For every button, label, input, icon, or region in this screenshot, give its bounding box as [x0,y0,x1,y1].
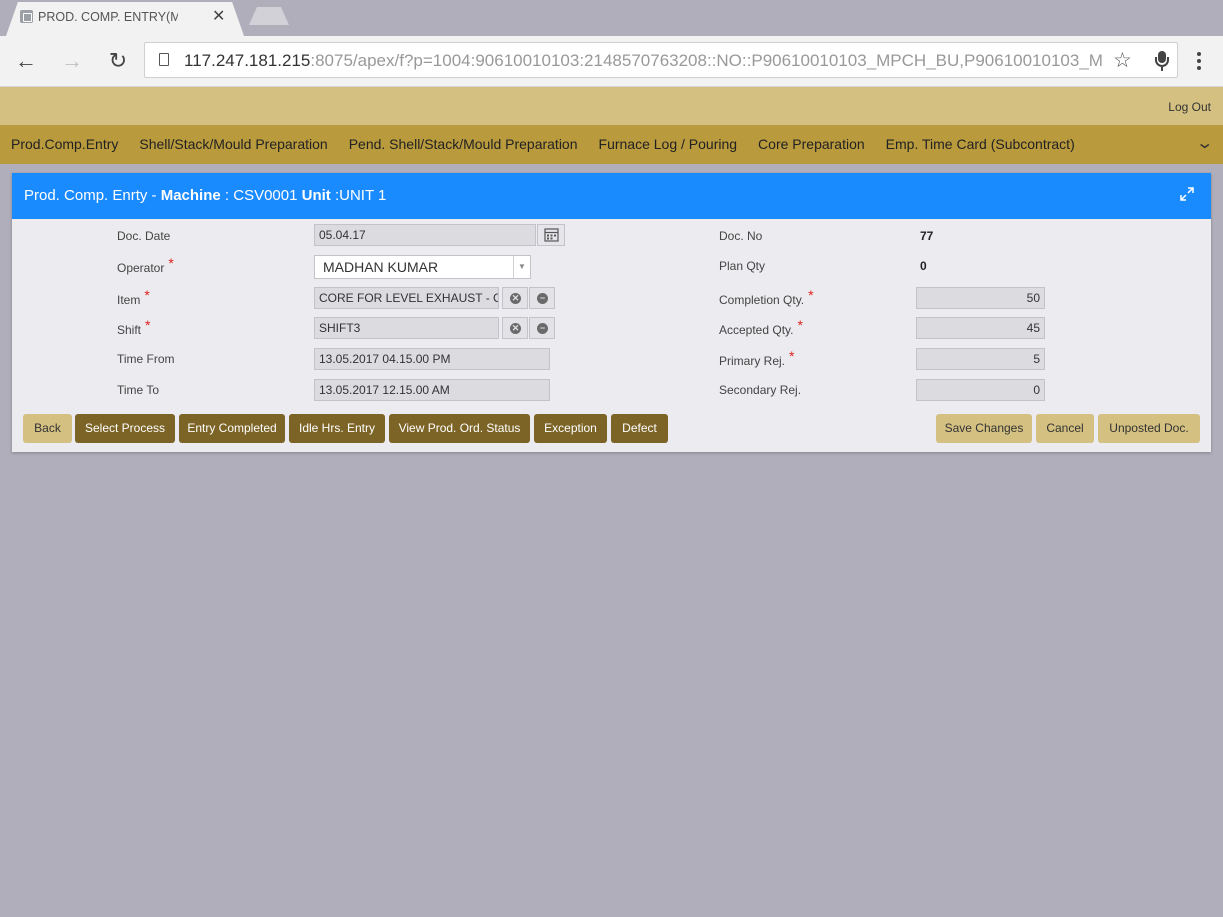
time-to-label: Time To [117,383,160,397]
operator-value: MADHAN KUMAR [323,259,439,275]
browser-tab-bar: PROD. COMP. ENTRY(MACH ✕ [0,0,1223,36]
expand-icon[interactable] [1179,186,1195,202]
prod-comp-entry-panel: Prod. Comp. Enrty - Machine : CSV0001 Un… [12,173,1211,452]
required-mark: * [808,287,814,303]
time-from-label: Time From [117,352,175,366]
plan-qty-label: Plan Qty [719,259,766,273]
defect-button[interactable]: Defect [611,414,668,443]
clear-shift-icon[interactable]: ✕ [502,317,528,339]
app-header: Log Out [0,87,1223,125]
doc-no-label: Doc. No [719,229,763,243]
entry-completed-button[interactable]: Entry Completed [179,414,285,443]
secondary-rej-field[interactable]: 0 [916,379,1045,401]
secondary-rej-label: Secondary Rej. [719,383,802,397]
required-mark: * [144,287,150,303]
required-mark: * [797,317,803,333]
required-mark: * [789,348,795,364]
close-tab-icon[interactable]: ✕ [212,6,225,26]
menu-item-shell-stack-mould[interactable]: Shell/Stack/Mould Preparation [139,136,327,152]
lookup-item-icon[interactable]: − [529,287,555,309]
chevron-down-icon[interactable]: ⌄ [1195,133,1214,153]
accepted-qty-field[interactable]: 45 [916,317,1045,339]
menu-item-pend-shell-stack-mould[interactable]: Pend. Shell/Stack/Mould Preparation [349,136,578,152]
save-changes-button[interactable]: Save Changes [936,414,1032,443]
completion-qty-label: Completion Qty. * [719,287,814,307]
url-text[interactable]: 117.247.181.215:8075/apex/f?p=1004:90610… [184,51,1104,71]
operator-label: Operator * [117,255,174,275]
shift-label: Shift * [117,317,151,337]
menu-item-core-preparation[interactable]: Core Preparation [758,136,865,152]
doc-date-label: Doc. Date [117,229,171,243]
back-arrow-icon[interactable]: ← [13,48,39,74]
panel-title: Prod. Comp. Enrty - Machine : CSV0001 Un… [24,187,387,204]
reload-icon[interactable]: ↻ [105,48,131,74]
primary-rej-label: Primary Rej. * [719,348,795,368]
tab-title[interactable]: PROD. COMP. ENTRY(MACH [38,10,178,26]
bookmark-star-icon[interactable]: ☆ [1113,48,1132,73]
item-label: Item * [117,287,150,307]
browser-toolbar: ← → ↻ 117.247.181.215:8075/apex/f?p=1004… [0,36,1223,87]
browser-menu-icon[interactable] [1192,48,1206,74]
clear-item-icon[interactable]: ✕ [502,287,528,309]
menu-item-prod-comp-entry[interactable]: Prod.Comp.Entry [11,136,118,152]
exception-button[interactable]: Exception [534,414,607,443]
back-button[interactable]: Back [23,414,72,443]
main-menu: Prod.Comp.Entry Shell/Stack/Mould Prepar… [0,125,1223,164]
new-tab-button[interactable] [249,7,289,25]
doc-date-field[interactable]: 05.04.17 [314,224,536,246]
idle-hrs-entry-button[interactable]: Idle Hrs. Entry [289,414,385,443]
select-process-button[interactable]: Select Process [75,414,175,443]
doc-no-value: 77 [920,229,934,243]
calendar-icon[interactable] [537,224,565,246]
menu-item-emp-time-card[interactable]: Emp. Time Card (Subcontract) [886,136,1075,152]
shift-field[interactable]: SHIFT3 [314,317,499,339]
accepted-qty-label: Accepted Qty. * [719,317,803,337]
microphone-icon[interactable] [1150,49,1174,73]
lookup-shift-icon[interactable]: − [529,317,555,339]
required-mark: * [145,317,151,333]
unposted-doc-button[interactable]: Unposted Doc. [1098,414,1200,443]
cancel-button[interactable]: Cancel [1036,414,1094,443]
completion-qty-field[interactable]: 50 [916,287,1045,309]
view-prod-ord-status-button[interactable]: View Prod. Ord. Status [389,414,530,443]
panel-header: Prod. Comp. Enrty - Machine : CSV0001 Un… [12,173,1211,219]
plan-qty-value: 0 [920,259,927,273]
page-info-icon[interactable] [159,53,169,66]
menu-item-furnace-log[interactable]: Furnace Log / Pouring [599,136,738,152]
logout-link[interactable]: Log Out [1168,100,1211,114]
primary-rej-field[interactable]: 5 [916,348,1045,370]
operator-select[interactable]: MADHAN KUMAR ▼ [314,255,531,279]
dropdown-arrow-icon[interactable]: ▼ [513,256,530,278]
time-from-field[interactable]: 13.05.2017 04.15.00 PM [314,348,550,370]
address-bar[interactable]: 117.247.181.215:8075/apex/f?p=1004:90610… [144,42,1178,78]
forward-arrow-icon[interactable]: → [59,48,85,74]
page-favicon-icon [20,10,33,23]
required-mark: * [168,255,174,271]
item-field[interactable]: CORE FOR LEVEL EXHAUST - COR [314,287,499,309]
time-to-field[interactable]: 13.05.2017 12.15.00 AM [314,379,550,401]
